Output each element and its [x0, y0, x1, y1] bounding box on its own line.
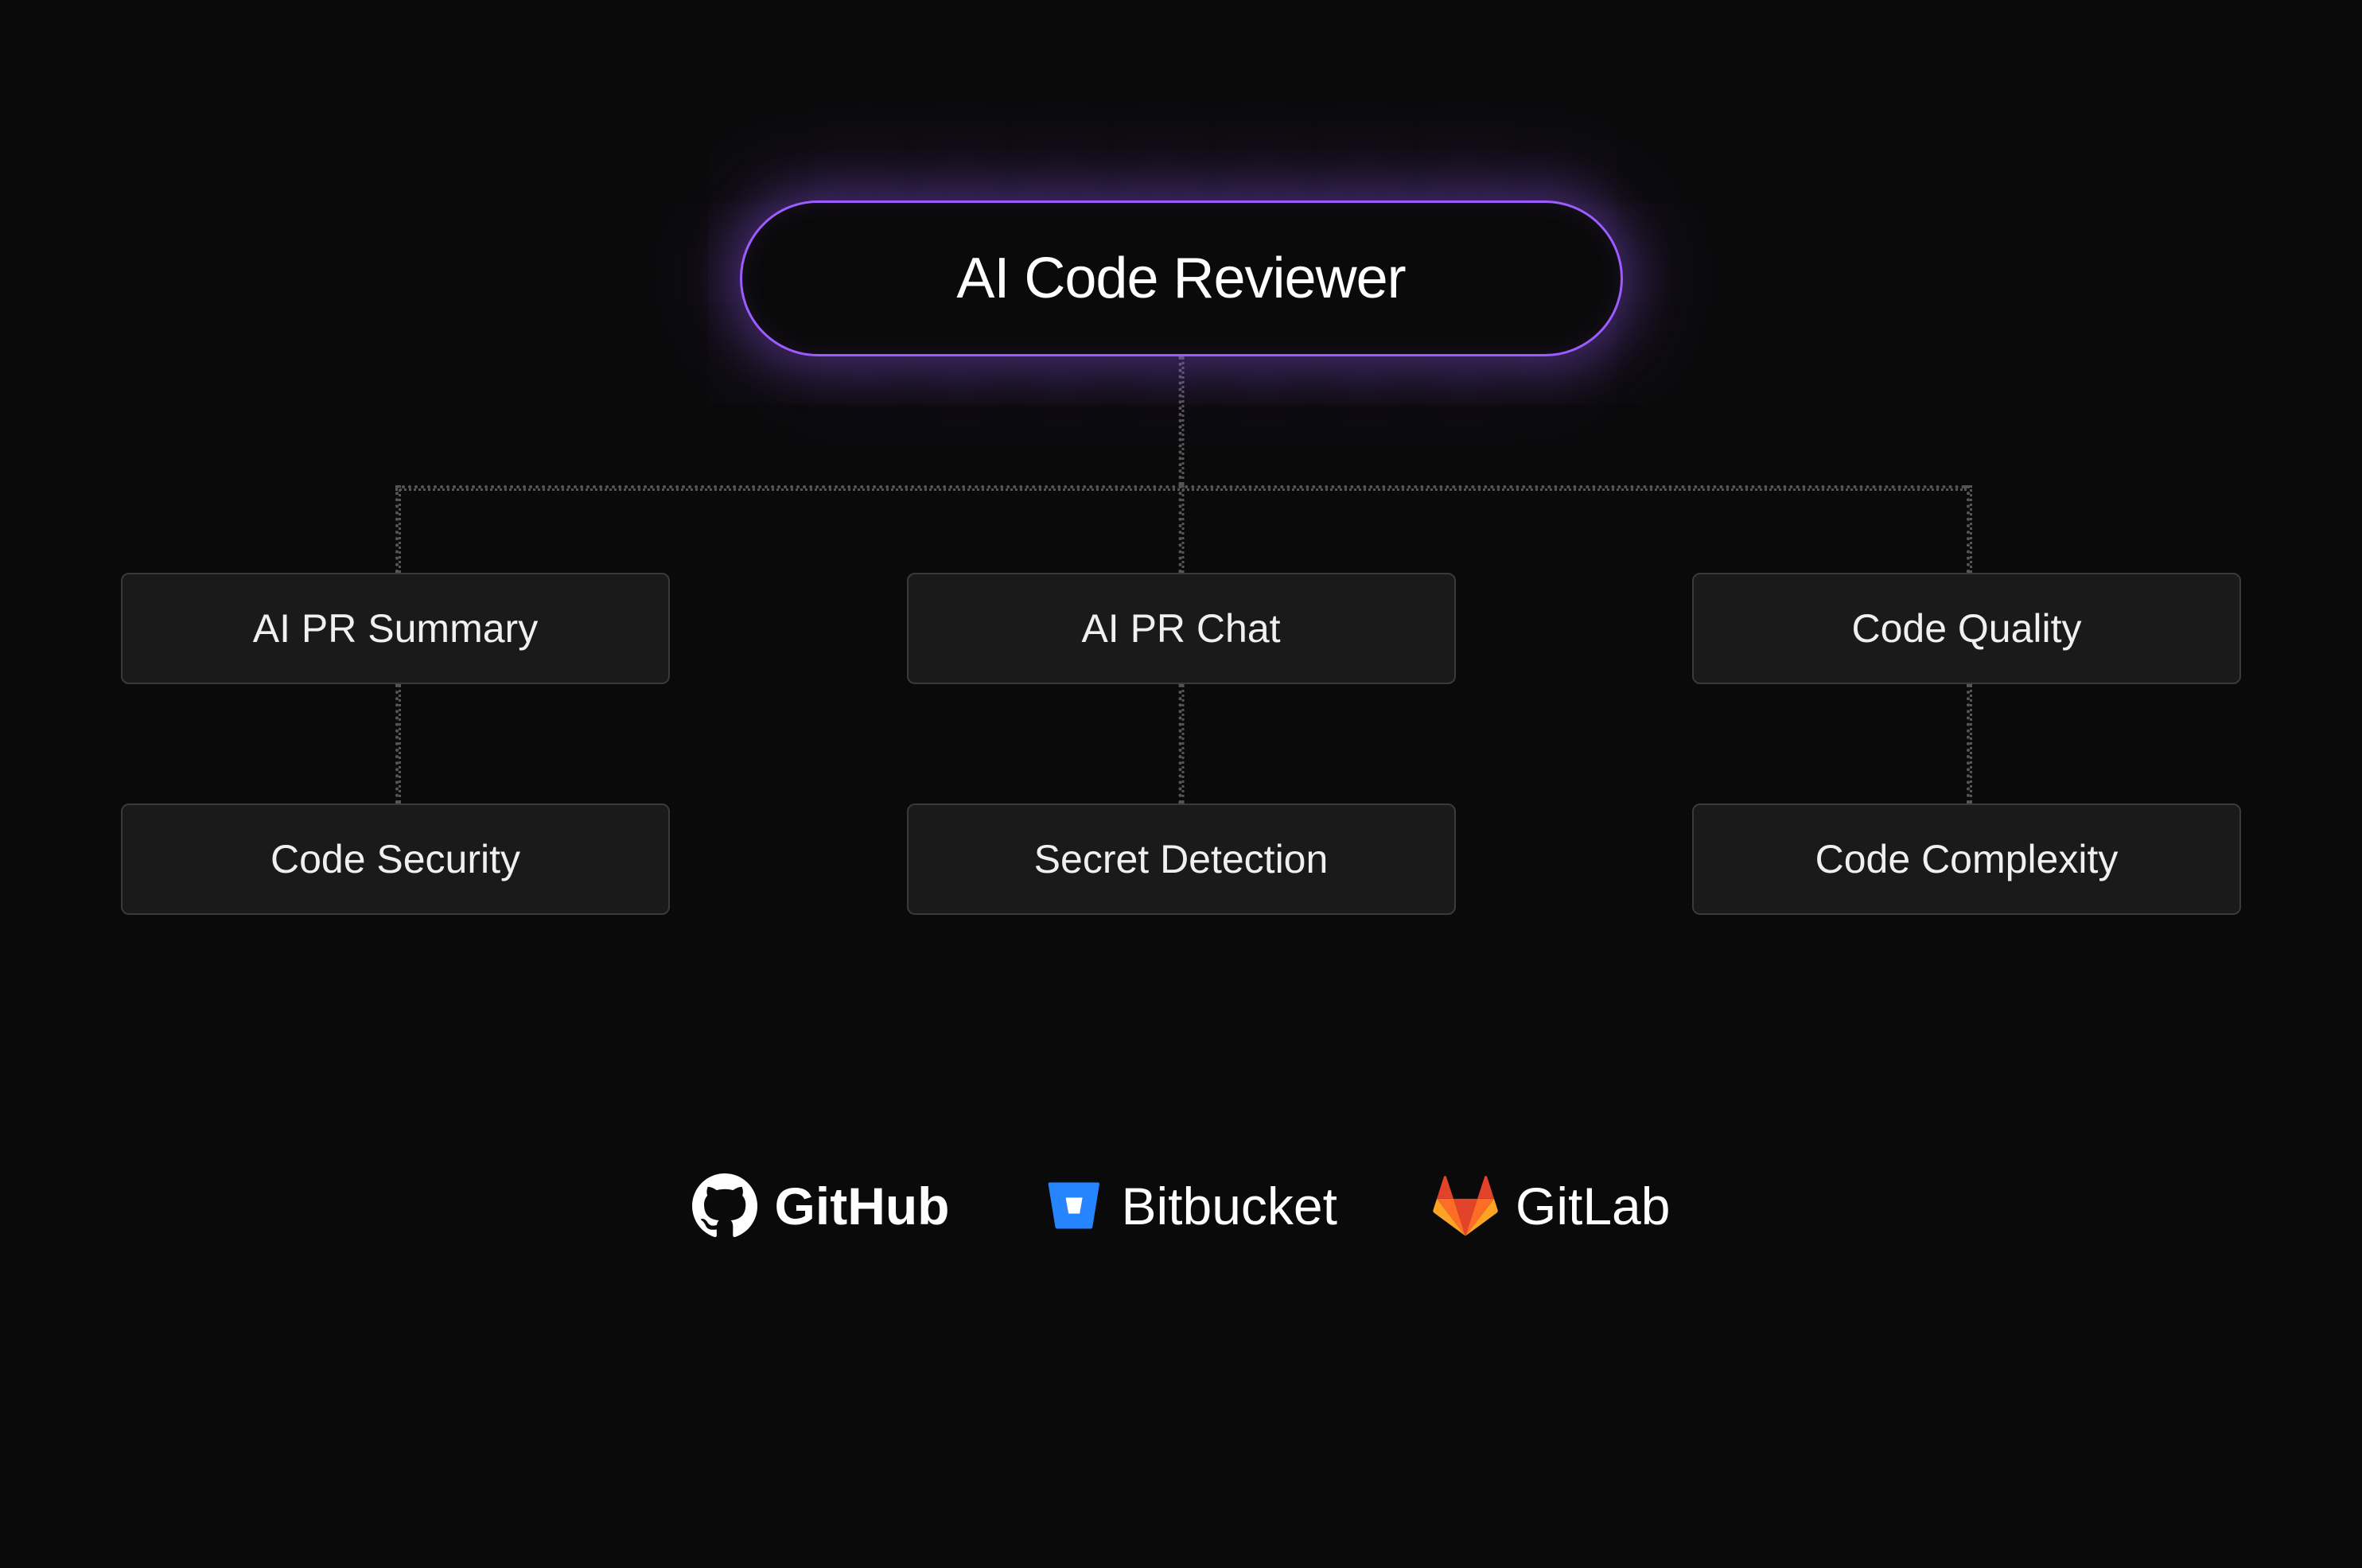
feature-label: Secret Detection — [1034, 836, 1329, 882]
bitbucket-icon — [1045, 1177, 1104, 1235]
integrations-row: GitHub Bitbucket — [692, 1173, 1671, 1239]
feature-box-code-complexity: Code Complexity — [1692, 803, 2241, 915]
feature-box-ai-pr-chat: AI PR Chat — [907, 573, 1456, 684]
integration-bitbucket: Bitbucket — [1045, 1176, 1337, 1236]
connector-line — [1967, 684, 1972, 803]
integration-github: GitHub — [692, 1173, 950, 1239]
integration-label: GitLab — [1516, 1176, 1670, 1236]
connector-line — [395, 684, 401, 803]
feature-box-code-quality: Code Quality — [1692, 573, 2241, 684]
integration-label: GitHub — [775, 1176, 950, 1236]
github-icon — [692, 1173, 757, 1239]
connector-line — [1178, 684, 1184, 803]
feature-label: Code Complexity — [1815, 836, 2119, 882]
integration-label: Bitbucket — [1122, 1176, 1337, 1236]
connector-line — [1967, 485, 1972, 573]
connector-line — [395, 485, 401, 573]
feature-box-code-security: Code Security — [121, 803, 670, 915]
integration-gitlab: GitLab — [1433, 1173, 1670, 1239]
feature-label: Code Security — [270, 836, 520, 882]
root-node: AI Code Reviewer — [740, 200, 1623, 356]
feature-label: AI PR Summary — [253, 605, 538, 652]
gitlab-icon — [1433, 1173, 1498, 1239]
feature-label: AI PR Chat — [1081, 605, 1280, 652]
feature-label: Code Quality — [1851, 605, 2081, 652]
feature-box-secret-detection: Secret Detection — [907, 803, 1456, 915]
connector-line — [1178, 356, 1184, 485]
root-title: AI Code Reviewer — [956, 246, 1405, 311]
connector-line — [1178, 485, 1184, 573]
diagram-canvas: AI Code Reviewer AI PR Summary AI PR Cha… — [0, 0, 2362, 1568]
feature-box-ai-pr-summary: AI PR Summary — [121, 573, 670, 684]
